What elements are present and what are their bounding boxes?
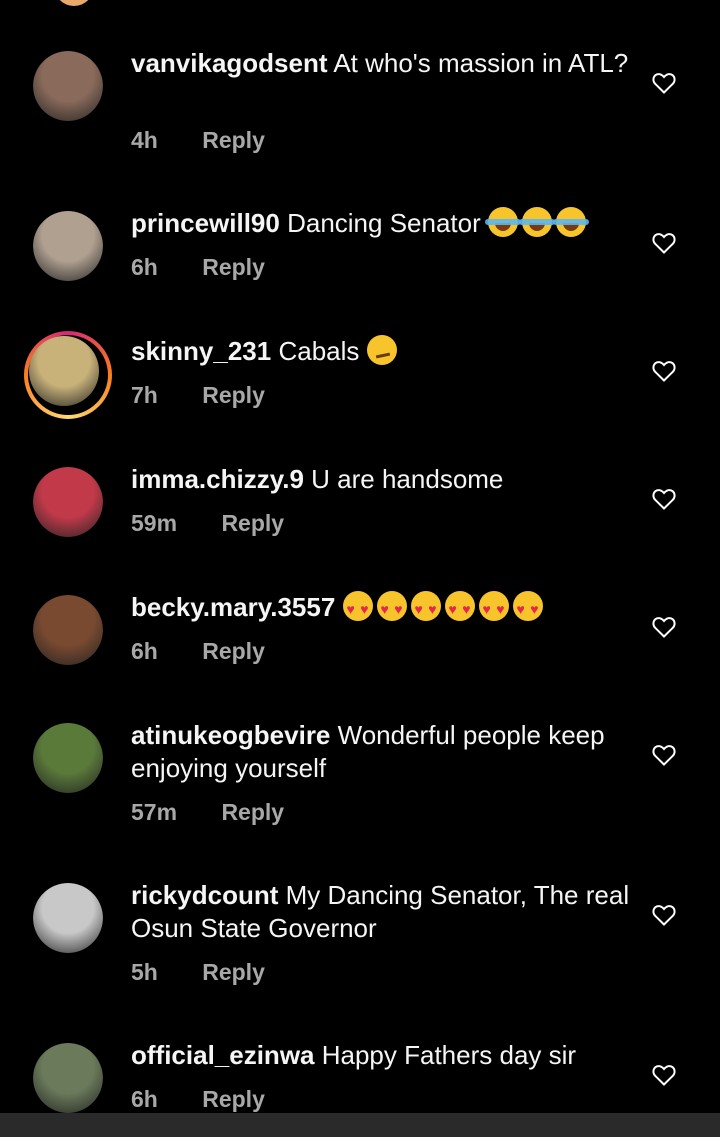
- avatar-photo: [33, 595, 103, 665]
- comment-time: 5h: [131, 959, 158, 985]
- like-heart-icon[interactable]: [652, 616, 676, 638]
- heart-eyes-emoji-icon: [512, 591, 543, 626]
- like-heart-icon[interactable]: [652, 232, 676, 254]
- comment-meta: 6h Reply: [131, 254, 265, 281]
- comment-body: Happy Fathers day sir: [321, 1040, 577, 1070]
- like-heart-icon[interactable]: [652, 72, 676, 94]
- emoji-group: [485, 207, 590, 238]
- reply-button[interactable]: Reply: [202, 127, 265, 154]
- comment-body: Cabals: [278, 336, 360, 366]
- avatar-photo: [33, 1043, 103, 1113]
- avatar-photo: [33, 723, 103, 793]
- comment-meta: 7h Reply: [131, 382, 265, 409]
- like-heart-icon[interactable]: [652, 744, 676, 766]
- like-heart-icon[interactable]: [652, 488, 676, 510]
- reply-button[interactable]: Reply: [202, 1086, 265, 1113]
- laugh-emoji-icon: [485, 207, 521, 237]
- laugh-emoji-icon: [519, 207, 555, 237]
- emoji-group: [366, 335, 401, 366]
- comment-meta: 57m Reply: [131, 799, 284, 826]
- comment-text: princewill90 Dancing Senator: [131, 207, 631, 240]
- comment-time: 6h: [131, 254, 158, 280]
- comment-time: 57m: [131, 799, 178, 825]
- comment-meta: 5h Reply: [131, 959, 265, 986]
- comment-username[interactable]: vanvikagodsent: [131, 48, 328, 78]
- emoji-group: [342, 591, 547, 626]
- comment-username[interactable]: becky.mary.3557: [131, 592, 335, 622]
- comment-time: 7h: [131, 382, 158, 408]
- comment-username[interactable]: imma.chizzy.9: [131, 464, 304, 494]
- comment-text: becky.mary.3557: [131, 591, 631, 626]
- reply-button[interactable]: Reply: [221, 510, 284, 537]
- reply-button[interactable]: Reply: [202, 254, 265, 281]
- reply-button[interactable]: Reply: [202, 959, 265, 986]
- comment-meta: 59m Reply: [131, 510, 284, 537]
- comment-body: Dancing Senator: [287, 208, 481, 238]
- heart-eyes-emoji-icon: [376, 591, 407, 626]
- comment-username[interactable]: atinukeogbevire: [131, 720, 330, 750]
- like-heart-icon[interactable]: [652, 1064, 676, 1086]
- comment-username[interactable]: rickydcount: [131, 880, 278, 910]
- comment-time: 4h: [131, 127, 158, 153]
- avatar-photo: [29, 336, 99, 406]
- comment-time: 6h: [131, 638, 158, 664]
- comment-username[interactable]: skinny_231: [131, 336, 271, 366]
- comment-text: official_ezinwa Happy Fathers day sir: [131, 1039, 631, 1072]
- comment-meta: 4h Reply: [131, 127, 265, 154]
- heart-eyes-emoji-icon: [342, 591, 373, 626]
- avatar-story-ring[interactable]: [24, 331, 112, 419]
- avatar[interactable]: [33, 883, 103, 953]
- avatar[interactable]: [33, 51, 103, 121]
- avatar-photo: [33, 467, 103, 537]
- comment-text: imma.chizzy.9 U are handsome: [131, 463, 631, 496]
- laugh-emoji-icon: [553, 207, 589, 237]
- like-heart-icon[interactable]: [652, 360, 676, 382]
- heart-eyes-emoji-icon: [410, 591, 441, 626]
- avatar-photo: [33, 883, 103, 953]
- comments-screen: vanvikagodsent At who's massion in ATL? …: [0, 0, 720, 1137]
- avatar[interactable]: [33, 595, 103, 665]
- smirk-emoji-icon: [366, 335, 397, 365]
- heart-eyes-emoji-icon: [444, 591, 475, 626]
- comment-body: U are handsome: [311, 464, 504, 494]
- comment-username[interactable]: princewill90: [131, 208, 280, 238]
- comment-username[interactable]: official_ezinwa: [131, 1040, 315, 1070]
- avatar[interactable]: [33, 723, 103, 793]
- avatar-photo: [33, 51, 103, 121]
- reply-button[interactable]: Reply: [221, 799, 284, 826]
- avatar[interactable]: [33, 467, 103, 537]
- reply-button[interactable]: Reply: [202, 382, 265, 409]
- avatar[interactable]: [33, 211, 103, 281]
- avatar[interactable]: [33, 1043, 103, 1113]
- comment-text: vanvikagodsent At who's massion in ATL?: [131, 47, 631, 80]
- comment-meta: 6h Reply: [131, 638, 265, 665]
- comment-text: rickydcount My Dancing Senator, The real…: [131, 879, 631, 945]
- comment-text: skinny_231 Cabals: [131, 335, 631, 368]
- comment-time: 6h: [131, 1086, 158, 1112]
- comment-text: atinukeogbevire Wonderful people keep en…: [131, 719, 631, 785]
- comment-meta: 6h Reply: [131, 1086, 265, 1113]
- reply-button[interactable]: Reply: [202, 638, 265, 665]
- avatar-photo: [33, 211, 103, 281]
- comment-body: At who's massion in ATL?: [333, 48, 629, 78]
- comment-time: 59m: [131, 510, 178, 536]
- bottom-bar: [0, 1113, 720, 1137]
- avatar[interactable]: [54, 0, 94, 6]
- like-heart-icon[interactable]: [652, 904, 676, 926]
- heart-eyes-emoji-icon: [478, 591, 509, 626]
